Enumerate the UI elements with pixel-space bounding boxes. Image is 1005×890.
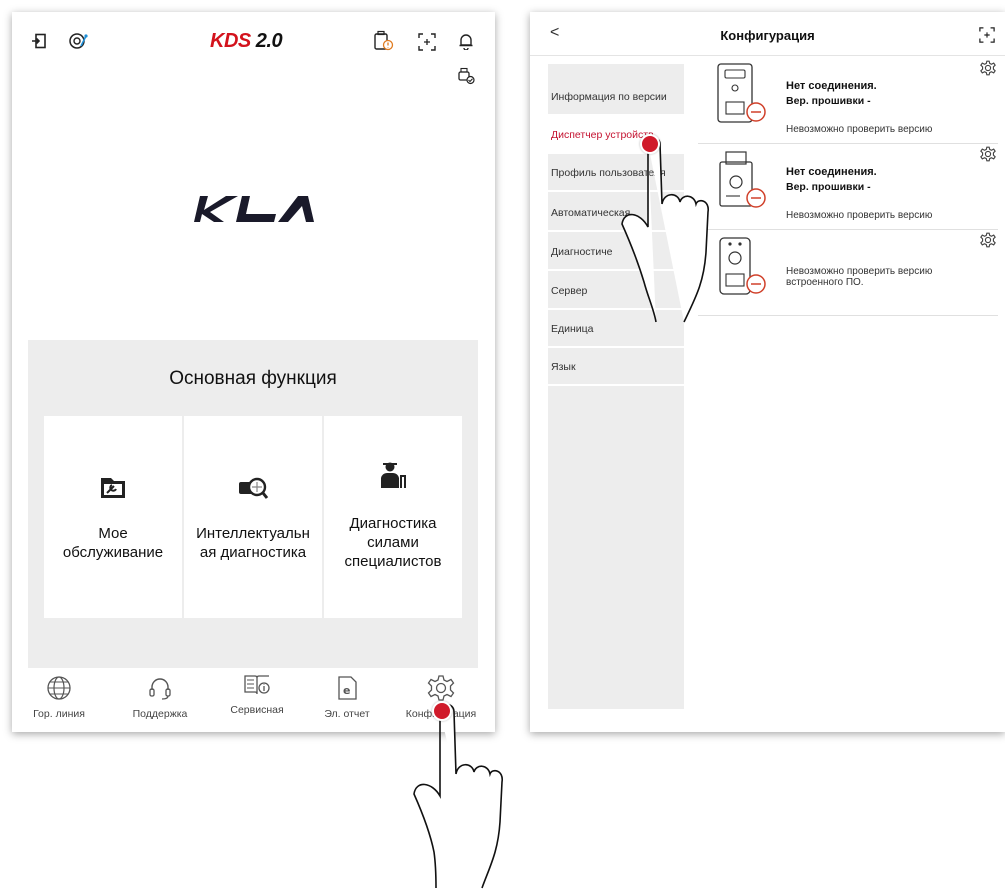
nav-label: Поддержка [132,708,188,720]
device-row[interactable]: Нет соединения. Вер. прошивки - Невозмож… [698,144,998,230]
kia-logo [194,196,314,222]
device-note: Невозможно проверить версию встроенного … [786,266,933,288]
device-settings-icon[interactable] [980,146,996,162]
kds-logo: KDS 2.0 [210,30,283,53]
service-book-icon [244,675,270,695]
home-screen: KDS 2.0 Основная функция Мое обслуживани… [12,12,495,732]
nav-label: Эл. отчет [324,708,370,720]
tap-hand-icon [621,137,709,323]
device-settings-icon[interactable] [980,60,996,76]
page-title: Конфигурация [720,28,815,43]
nav-hotline[interactable]: Гор. линия [14,674,104,730]
e-report-icon: e [338,676,357,700]
tile-specialist-diagnostics[interactable]: Диагностика силами специалистов [324,416,462,618]
device-row[interactable]: Нет соединения. Вер. прошивки - Невозмож… [698,58,998,144]
device-firmware: Вер. прошивки - [786,95,871,107]
folder-wrench-icon [101,478,125,498]
technician-tools-icon [381,462,406,488]
tap-indicator [640,134,660,154]
engine-search-icon [239,477,269,499]
sidebar-item-version-info[interactable]: Информация по версии [548,78,684,116]
tap-hand-icon [413,703,503,889]
tap-indicator [432,701,452,721]
nav-support[interactable]: Поддержка [115,674,205,730]
config-header: < Конфигурация [530,12,1005,56]
kds-logo-text: KDS [210,30,251,52]
device-firmware: Вер. прошивки - [786,181,871,193]
nav-service-info[interactable]: Сервисная [212,670,302,726]
main-function-panel: Основная функция Мое обслуживание Интелл… [28,340,478,668]
tile-smart-diagnostics[interactable]: Интеллектуальн ая диагностика [184,416,322,618]
scan-icon[interactable] [417,32,437,52]
device-status: Нет соединения. [786,80,877,92]
nav-e-report[interactable]: e Эл. отчет [302,674,392,730]
tile-label: Интеллектуальн ая диагностика [196,525,310,561]
device-note: Невозможно проверить версию [786,210,933,221]
vci-mini-device-icon [719,151,766,208]
remote-support-icon[interactable] [67,30,89,52]
tile-my-service[interactable]: Мое обслуживание [44,416,182,618]
main-function-title: Основная функция [169,368,337,389]
dongle-device-icon [719,237,766,295]
device-note: Невозможно проверить версию [786,124,933,135]
bell-icon[interactable] [456,31,476,51]
logout-icon[interactable] [30,32,48,50]
nav-label: Гор. линия [33,708,85,720]
svg-text:e: e [343,684,350,697]
top-bar: KDS 2.0 [12,12,495,85]
vehicle-check-icon[interactable] [456,66,476,86]
headset-icon [149,678,171,700]
scan-icon[interactable] [978,26,996,44]
device-status: Нет соединения. [786,166,877,178]
configuration-screen: < Конфигурация Информация по версии Дисп… [530,12,1005,732]
tile-label: Мое обслуживание [62,525,164,561]
nav-label: Сервисная [230,704,284,716]
vci-device-icon [717,63,766,123]
globe-icon [47,676,71,700]
sidebar-item-language[interactable]: Язык [548,348,684,386]
device-settings-icon[interactable] [980,232,996,248]
vci-status-icon[interactable] [372,30,394,52]
kds-version: 2.0 [255,30,283,52]
device-row[interactable]: Невозможно проверить версию встроенного … [698,230,998,316]
tile-label: Диагностика силами специалистов [344,515,442,570]
